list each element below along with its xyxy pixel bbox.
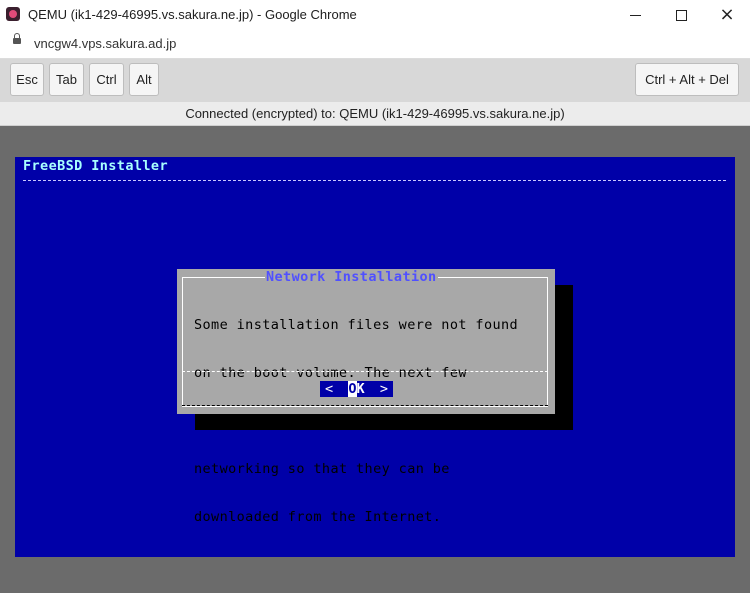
dialog-title: Network Installation [265, 269, 438, 285]
title-divider [23, 180, 726, 182]
close-button[interactable]: × [704, 0, 750, 30]
alt-key-button[interactable]: Alt [129, 63, 159, 96]
minimize-button[interactable] [612, 0, 658, 30]
ctrl-alt-del-button[interactable]: Ctrl + Alt + Del [635, 63, 739, 96]
vm-screen[interactable]: FreeBSD Installer Network Installation S… [15, 157, 735, 557]
window-title: QEMU (ik1-429-46995.vs.sakura.ne.jp) - G… [28, 7, 357, 22]
message-line: Some installation files were not found [194, 317, 519, 333]
ok-button[interactable]: < OK > [320, 381, 393, 397]
title-bar: QEMU (ik1-429-46995.vs.sakura.ne.jp) - G… [0, 0, 750, 30]
maximize-button[interactable] [658, 0, 704, 30]
dialog-separator [182, 371, 548, 373]
dialog-message: Some installation files were not found o… [194, 285, 544, 557]
ok-right-bracket: > [379, 381, 388, 397]
close-icon: × [719, 4, 735, 25]
network-installation-dialog: Network Installation Some installation f… [177, 269, 555, 525]
ok-label: OK [348, 381, 365, 397]
qemu-app-icon [6, 7, 20, 21]
ok-label-rest: K [356, 381, 365, 397]
url-text[interactable]: vncgw4.vps.sakura.ad.jp [34, 36, 176, 51]
message-line: screens will allow you to configure [194, 413, 493, 429]
vnc-control-bar: Esc Tab Ctrl Alt Ctrl + Alt + Del [0, 59, 750, 102]
address-bar[interactable]: vncgw4.vps.sakura.ad.jp [0, 30, 750, 59]
message-line: downloaded from the Internet. [194, 509, 442, 525]
lock-icon[interactable] [13, 33, 21, 44]
message-line: on the boot volume. The next few [194, 365, 467, 381]
ok-hotkey: O [348, 381, 357, 397]
message-line: networking so that they can be [194, 461, 450, 477]
dialog-bottom-border [182, 405, 548, 407]
installer-title: FreeBSD Installer [23, 158, 168, 174]
maximize-icon [675, 9, 687, 21]
connection-status: Connected (encrypted) to: QEMU (ik1-429-… [0, 102, 750, 126]
minimize-icon [629, 14, 641, 16]
tab-key-button[interactable]: Tab [49, 63, 84, 96]
ok-left-bracket: < [325, 381, 334, 397]
esc-key-button[interactable]: Esc [10, 63, 44, 96]
ctrl-key-button[interactable]: Ctrl [89, 63, 124, 96]
